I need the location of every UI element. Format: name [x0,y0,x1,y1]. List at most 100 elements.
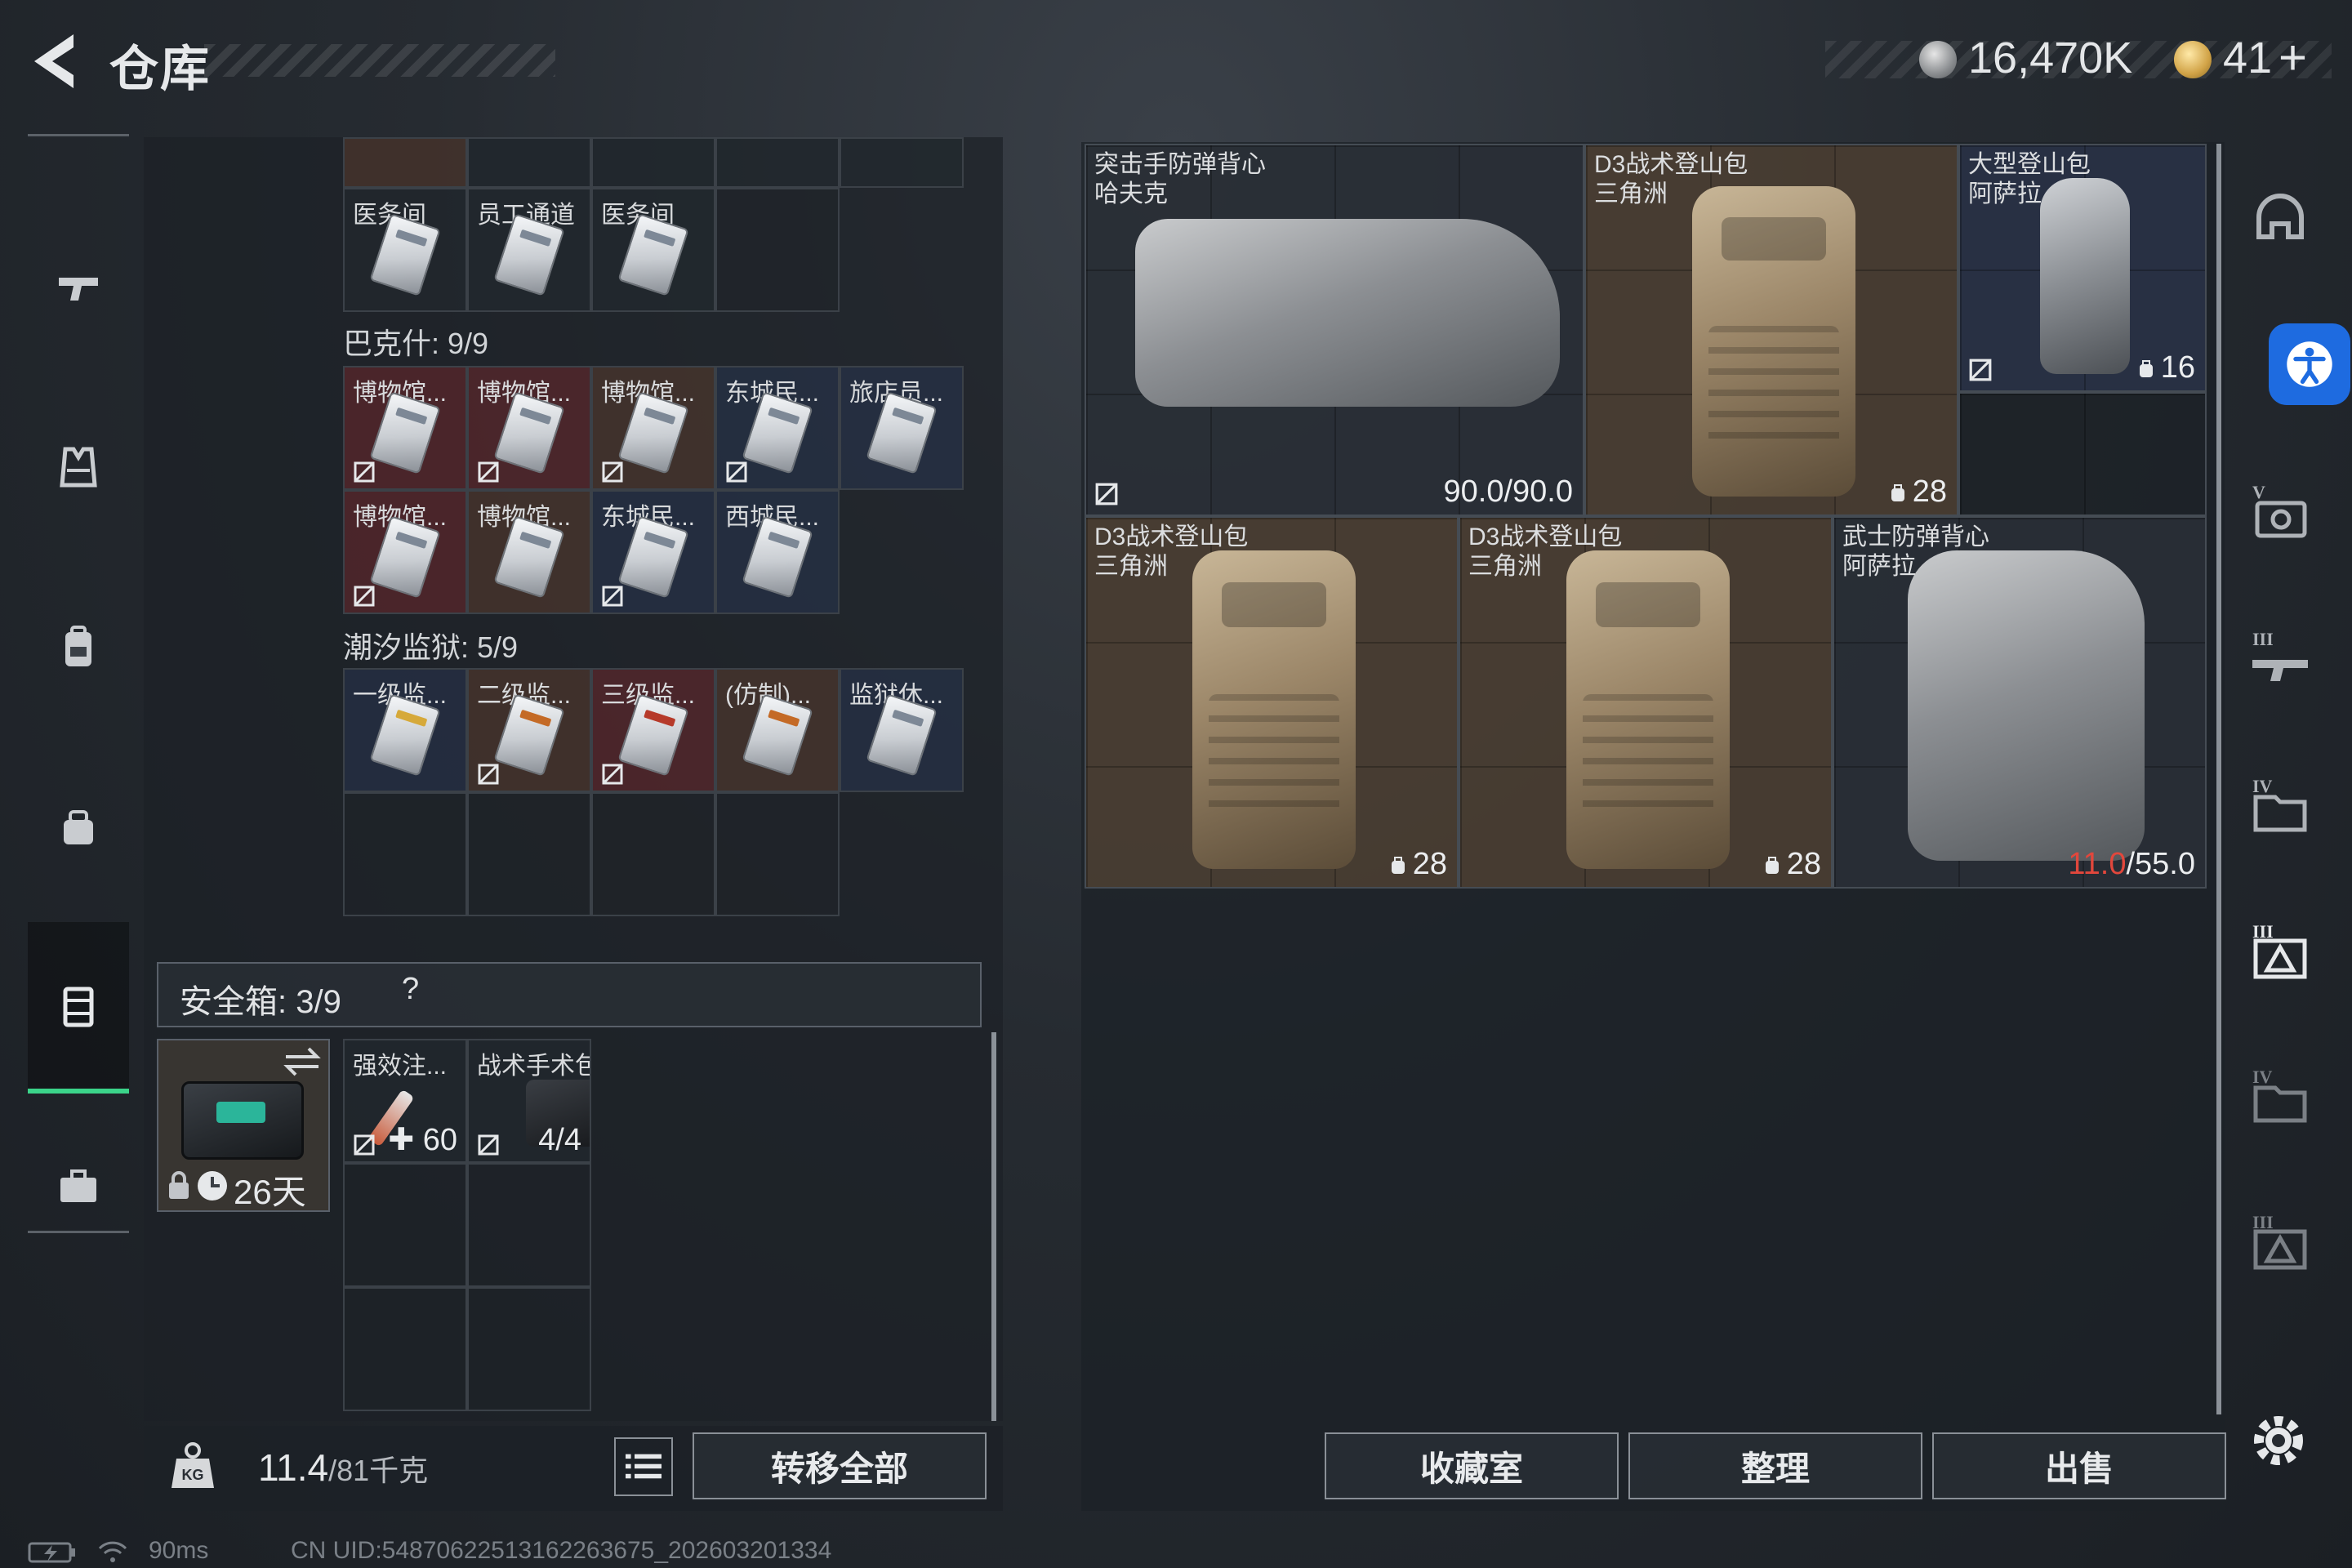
keycard-slot[interactable]: 三级监... [591,668,715,792]
stash-item-samurai-vest[interactable]: 武士防弹背心 阿萨拉 11.0/55.0 [1833,516,2207,889]
keycard-slot[interactable]: 博物馆... [343,366,467,490]
pouch-icon [64,810,93,844]
stash-page-folder-iv-button-2[interactable]: IV [2241,1058,2319,1137]
no-insurance-icon [478,1134,499,1156]
keycard-slot[interactable]: 西城民... [715,490,840,614]
rail-case-button[interactable] [28,1100,129,1272]
wifi-icon [98,1541,127,1562]
keycard-slot[interactable]: 一级监... [343,668,467,792]
stash-item-d3-backpack[interactable]: D3战术登山包 三角洲 28 [1085,516,1459,889]
stash-page-weapon-iii-button[interactable]: III [2241,621,2319,699]
weapon-page-icon: III [2252,629,2308,681]
empty-slot [591,792,715,916]
briefcase-icon [60,1169,96,1202]
keycard-slot[interactable]: 东城民... [715,366,840,490]
rail-armor-button[interactable] [28,381,129,553]
keycard-slot[interactable]: 员工通道 [467,188,591,312]
stash-page-armor-v-button[interactable]: V [2241,474,2319,552]
safebox-title: 安全箱: 3/9 [180,984,341,1020]
list-view-button[interactable] [614,1437,673,1496]
tidal-prison-empty-row [343,792,840,916]
warning-page-icon: III [2252,921,2307,979]
stash-scrollbar[interactable] [2216,144,2221,1414]
coin-balance: 16,470K [1968,33,2133,82]
stash-page-warning-iii-button[interactable]: III [2241,913,2319,991]
keycard-slot[interactable]: 医务间 [591,188,715,312]
keycard-slot[interactable]: 旅店员... [840,366,964,490]
keycard-slot[interactable]: (仿制)... [715,668,840,792]
keycard-slot[interactable]: 博物馆... [467,366,591,490]
item-quantity: ✚ 60 [388,1123,457,1157]
grid-cell[interactable] [715,137,840,188]
grid-cell[interactable] [591,137,715,188]
safebox-remaining-days: 26天 [234,1173,306,1211]
svg-text:IV: IV [2252,776,2273,796]
no-insurance-icon [602,461,623,483]
rail-pouch-button[interactable] [28,741,129,912]
item-label: 强效注... [353,1053,448,1080]
grid-cell[interactable] [840,137,964,188]
sell-button[interactable]: 出售 [1932,1432,2226,1499]
container-icon [63,987,94,1027]
svg-text:IV: IV [2252,1067,2273,1087]
safebox-help-button[interactable]: ? [402,972,439,1009]
keycard-slot[interactable]: 东城民... [591,490,715,614]
keycard-slot[interactable]: 博物馆... [343,490,467,614]
vest-icon [60,447,97,488]
user-id: CN UID:54870622513162263675_202603201334 [291,1537,832,1564]
safebox-item-slot[interactable]: 26天 [157,1039,330,1212]
transfer-all-button[interactable]: 转移全部 [693,1432,987,1499]
grid-cell[interactable] [467,137,591,188]
premium-currency-icon [2174,41,2212,78]
keycard-slot[interactable]: 监狱休... [840,668,964,792]
collection-room-button[interactable]: 收藏室 [1325,1432,1619,1499]
empty-slot [467,1163,591,1287]
item-quantity: 4/4 [538,1123,581,1157]
section-title-tidal-prison: 潮汐监狱: 5/9 [343,630,519,664]
empty-slot [467,1287,591,1411]
grid-cell[interactable] [343,137,467,188]
back-button[interactable] [24,29,82,93]
partial-card-row [343,137,964,188]
accessibility-button[interactable] [2269,323,2350,405]
organize-button[interactable]: 整理 [1628,1432,1922,1499]
backpack-capacity-icon [1891,483,1904,501]
keycard-slot[interactable]: 医务间 [343,188,467,312]
keycard-row-top: 医务间 员工通道 医务间 [343,188,840,312]
stash-item-large-backpack[interactable]: 大型登山包 阿萨拉 16 [1958,144,2207,392]
item-name: 突击手防弹背心 哈夫克 [1094,151,1266,207]
keycard-slot[interactable]: 二级监... [467,668,591,792]
no-insurance-icon [354,1134,375,1156]
no-insurance-icon [602,586,623,607]
safebox-item-surgery-kit[interactable]: 战术手术包 4/4 [467,1039,591,1163]
safebox-item-stimulant[interactable]: 强效注... ✚ 60 [343,1039,467,1163]
item-name: 武士防弹背心 阿萨拉 [1842,523,1989,580]
list-icon [626,1454,662,1479]
stash-item-d3-backpack[interactable]: D3战术登山包 三角洲 28 [1584,144,1958,516]
stash-item-d3-backpack[interactable]: D3战术登山包 三角洲 28 [1459,516,1833,889]
no-insurance-icon [1095,483,1118,506]
rail-container-button[interactable] [28,922,129,1094]
container-scrollbar[interactable] [991,1032,996,1421]
vest-image [1135,219,1560,407]
capacity-value: 16 [2136,350,2195,385]
stash-page-helmet-button[interactable] [2241,181,2319,260]
item-name: D3战术登山包 三角洲 [1468,523,1623,580]
settings-gear-icon[interactable] [2246,1408,2311,1473]
no-insurance-icon [354,461,375,483]
swap-icon[interactable] [281,1045,323,1078]
backpack-icon [65,626,91,666]
empty-slot [467,792,591,916]
keycard-slot[interactable]: 博物馆... [467,490,591,614]
rail-weapon-button[interactable] [28,202,129,373]
item-name: D3战术登山包 三角洲 [1094,523,1249,580]
backpack-image [1692,186,1855,497]
stash-item-assault-vest[interactable]: 突击手防弹背心 哈夫克 90.0/90.0 [1085,144,1584,516]
add-currency-button[interactable]: + [2278,29,2307,86]
item-grid-overlay [1960,394,2205,514]
stash-page-folder-iv-button[interactable]: IV [2241,768,2319,846]
stash-page-warning-iii-button-2[interactable]: III [2241,1204,2319,1282]
keycard-slot[interactable]: 博物馆... [591,366,715,490]
bakesh-keycard-grid: 博物馆... 博物馆... 博物馆... 东城民... 旅店员... 博物馆..… [343,366,964,614]
rail-backpack-button[interactable] [28,561,129,733]
